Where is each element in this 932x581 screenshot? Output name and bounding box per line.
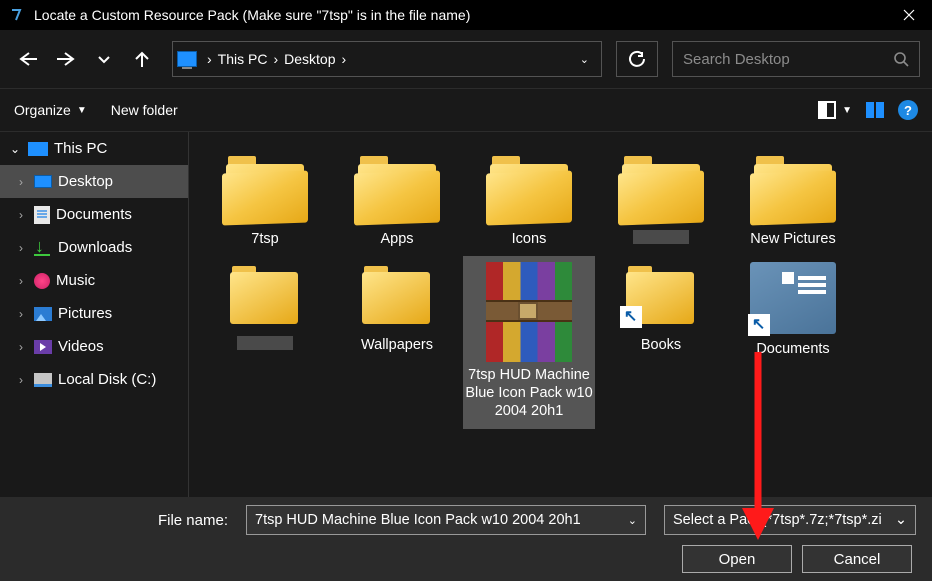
file-item[interactable]	[595, 146, 727, 256]
file-item[interactable]: Books	[595, 256, 727, 428]
organize-menu[interactable]: Organize ▼	[14, 102, 87, 118]
expand-icon[interactable]: ›	[14, 208, 28, 222]
folder-icon	[622, 262, 700, 326]
file-label: Books	[641, 336, 681, 354]
search-placeholder: Search Desktop	[683, 51, 893, 68]
collapse-icon[interactable]: ⌄	[8, 142, 22, 156]
tree-item-documents[interactable]: › Documents	[0, 198, 188, 231]
tree-item-videos[interactable]: › Videos	[0, 330, 188, 363]
address-dropdown[interactable]: ⌄	[572, 53, 597, 66]
up-button[interactable]	[126, 43, 158, 75]
chevron-down-icon[interactable]: ⌄	[895, 512, 907, 528]
music-icon	[34, 273, 50, 289]
file-item[interactable]: Apps	[331, 146, 463, 256]
desktop-icon	[34, 175, 52, 188]
address-bar[interactable]: › This PC › Desktop › ⌄	[172, 41, 602, 77]
close-button[interactable]	[886, 0, 932, 30]
view-mode-button[interactable]: ▼	[818, 101, 852, 119]
chevron-right-icon[interactable]: ›	[269, 51, 282, 67]
nav-row: › This PC › Desktop › ⌄ Search Desktop	[0, 30, 932, 88]
file-item[interactable]: Documents	[727, 256, 859, 428]
filename-input[interactable]: 7tsp HUD Machine Blue Icon Pack w10 2004…	[246, 505, 646, 535]
file-label: 7tsp	[251, 230, 278, 248]
app-icon	[8, 7, 24, 23]
chevron-down-icon: ▼	[842, 105, 852, 116]
folder-icon	[358, 262, 436, 326]
forward-button[interactable]	[50, 43, 82, 75]
documents-icon	[34, 206, 50, 224]
pc-icon	[28, 142, 48, 156]
redacted-label	[633, 230, 689, 244]
folder-icon	[750, 152, 836, 224]
file-item[interactable]	[199, 256, 331, 428]
expand-icon[interactable]: ›	[14, 175, 28, 189]
chevron-right-icon[interactable]: ›	[338, 51, 351, 67]
file-label: Icons	[512, 230, 547, 248]
tree-item-local-disk-c[interactable]: › Local Disk (C:)	[0, 363, 188, 396]
chevron-down-icon: ▼	[77, 105, 87, 116]
cancel-button[interactable]: Cancel	[802, 545, 912, 573]
folder-icon	[222, 152, 308, 224]
shortcut-overlay-icon	[748, 314, 770, 336]
expand-icon[interactable]: ›	[14, 274, 28, 288]
open-button[interactable]: Open	[682, 545, 792, 573]
file-label: Documents	[756, 340, 829, 358]
expand-icon[interactable]: ›	[14, 241, 28, 255]
tree-item-music[interactable]: › Music	[0, 264, 188, 297]
window-title: Locate a Custom Resource Pack (Make sure…	[34, 7, 886, 23]
shortcut-overlay-icon	[620, 306, 642, 328]
breadcrumb-desktop[interactable]: Desktop	[282, 51, 337, 67]
expand-icon[interactable]: ›	[14, 307, 28, 321]
expand-icon[interactable]: ›	[14, 340, 28, 354]
redacted-label	[237, 336, 293, 350]
folder-icon	[354, 152, 440, 224]
file-label: 7tsp HUD Machine Blue Icon Pack w10 2004…	[465, 366, 593, 420]
file-type-filter[interactable]: Select a Pack(*7tsp*.7z;*7tsp*.zi ⌄	[664, 505, 916, 535]
new-folder-button[interactable]: New folder	[111, 102, 178, 118]
recent-dropdown[interactable]	[88, 43, 120, 75]
tree-item-downloads[interactable]: › Downloads	[0, 231, 188, 264]
file-item[interactable]: Icons	[463, 146, 595, 256]
preview-pane-button[interactable]	[866, 102, 884, 118]
file-label: Wallpapers	[361, 336, 433, 354]
help-button[interactable]: ?	[898, 100, 918, 120]
tree-item-pictures[interactable]: › Pictures	[0, 297, 188, 330]
file-label: New Pictures	[750, 230, 835, 248]
back-button[interactable]	[12, 43, 44, 75]
disk-icon	[34, 373, 52, 387]
file-item[interactable]: 7tsp	[199, 146, 331, 256]
search-input[interactable]: Search Desktop	[672, 41, 920, 77]
tree-item-desktop[interactable]: › Desktop	[0, 165, 188, 198]
navigation-tree: ⌄ This PC › Desktop › Documents › Downlo…	[0, 132, 189, 497]
file-list[interactable]: 7tsp Apps Icons New Pictures Wallpapers 7tsp …	[189, 132, 932, 497]
file-item[interactable]: Wallpapers	[331, 256, 463, 428]
pc-icon	[177, 51, 197, 67]
breadcrumb-this-pc[interactable]: This PC	[216, 51, 270, 67]
tree-item-this-pc[interactable]: ⌄ This PC	[0, 132, 188, 165]
toolbar: Organize ▼ New folder ▼ ?	[0, 88, 932, 132]
dialog-footer: File name: 7tsp HUD Machine Blue Icon Pa…	[0, 497, 932, 581]
refresh-button[interactable]	[616, 41, 658, 77]
file-label: Apps	[380, 230, 413, 248]
folder-icon	[226, 262, 304, 326]
pictures-icon	[34, 307, 52, 321]
folder-icon	[618, 152, 704, 224]
archive-icon	[486, 262, 572, 362]
file-item[interactable]: New Pictures	[727, 146, 859, 256]
folder-icon	[486, 152, 572, 224]
chevron-down-icon[interactable]: ⌄	[628, 514, 637, 527]
chevron-right-icon[interactable]: ›	[203, 51, 216, 67]
title-bar: Locate a Custom Resource Pack (Make sure…	[0, 0, 932, 30]
documents-library-icon	[750, 262, 836, 334]
downloads-icon	[34, 240, 52, 256]
filename-label: File name:	[16, 512, 236, 529]
videos-icon	[34, 340, 52, 354]
file-item[interactable]: 7tsp HUD Machine Blue Icon Pack w10 2004…	[463, 256, 595, 428]
expand-icon[interactable]: ›	[14, 373, 28, 387]
